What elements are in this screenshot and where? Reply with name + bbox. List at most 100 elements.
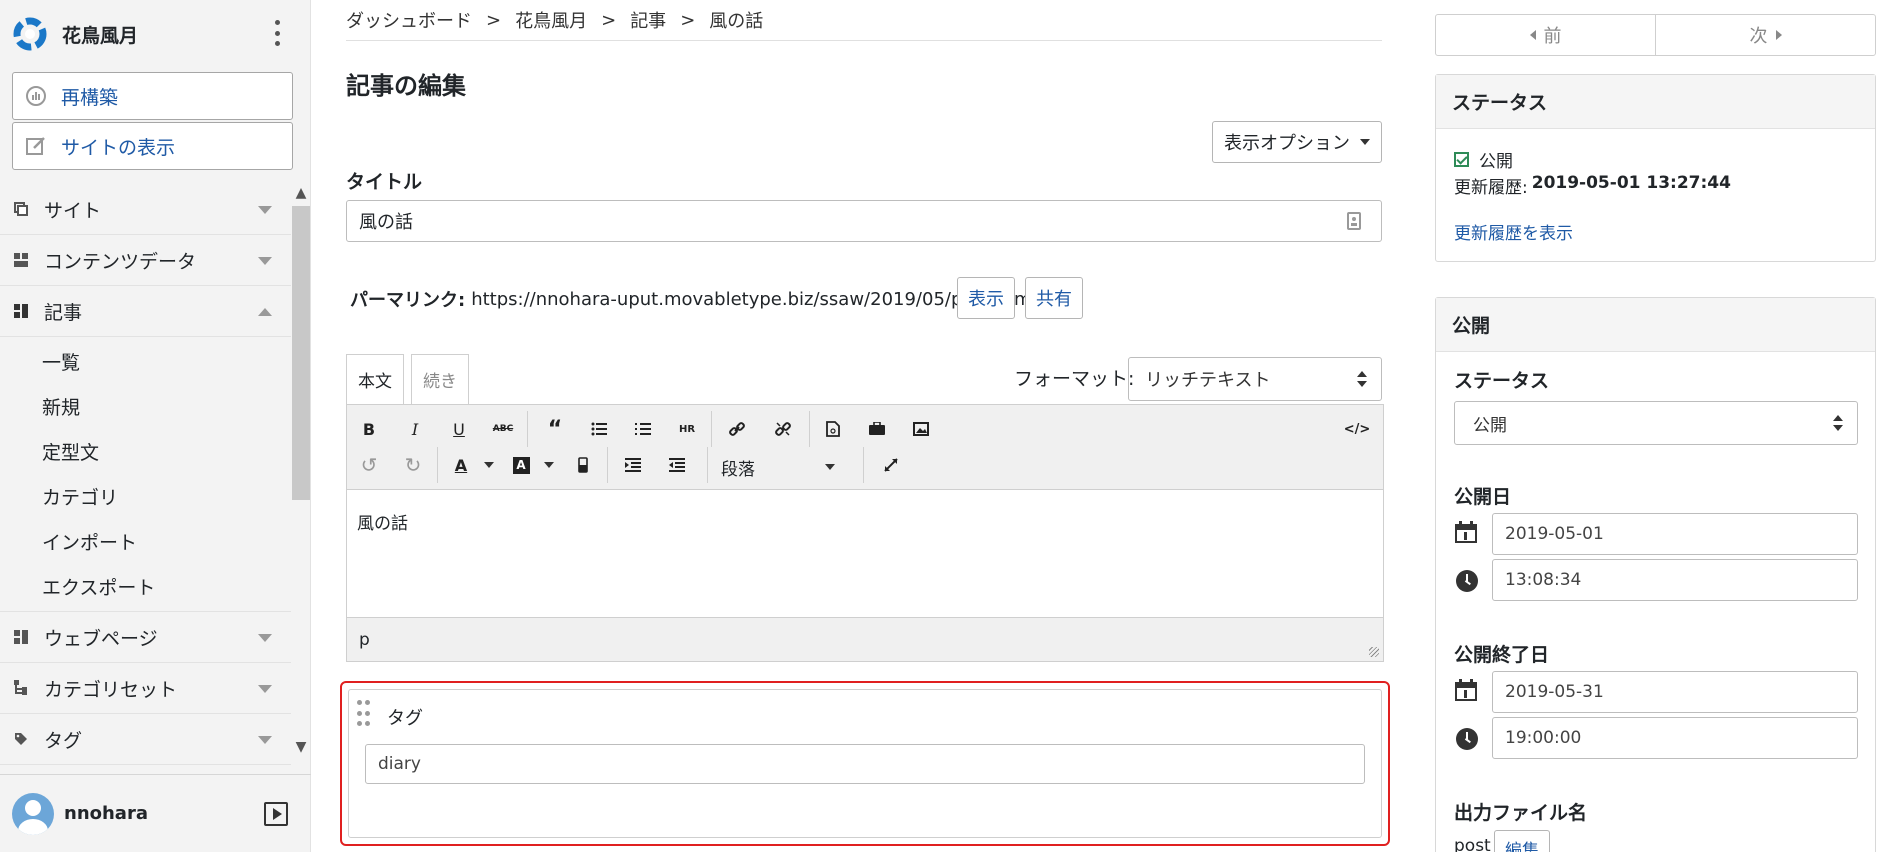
publish-date-input[interactable]: 2019-05-01	[1492, 513, 1858, 555]
sidebar-item-label: ウェブページ	[44, 627, 158, 650]
sidebar-item-site[interactable]: サイト	[0, 184, 291, 235]
sidebar-item-webpages[interactable]: ウェブページ	[0, 612, 291, 663]
sidebar-scrollbar[interactable]: ▲ ▼	[291, 184, 311, 774]
view-site-button[interactable]: サイトの表示	[12, 122, 293, 170]
unlink-icon[interactable]	[769, 415, 797, 443]
scroll-down-icon[interactable]: ▼	[294, 740, 308, 754]
tag-icon	[14, 732, 28, 746]
background-color-dropdown-icon[interactable]	[535, 451, 563, 479]
strikethrough-icon[interactable]: ABC	[489, 415, 517, 443]
next-button[interactable]: 次	[1655, 15, 1875, 55]
display-options-button[interactable]: 表示オプション	[1212, 121, 1382, 163]
insert-asset-icon[interactable]	[863, 415, 891, 443]
sidebar-item-entries[interactable]: 記事	[0, 286, 291, 337]
calendar-icon[interactable]	[1454, 678, 1478, 702]
sidebar-subitem-import[interactable]: インポート	[0, 519, 291, 564]
numbered-list-icon[interactable]	[629, 415, 657, 443]
tags-highlight: タグ diary	[340, 681, 1390, 846]
blockquote-icon[interactable]: “	[541, 415, 569, 443]
sidebar-item-tags[interactable]: タグ	[0, 714, 291, 765]
publish-status-select[interactable]: 公開	[1454, 401, 1858, 445]
movable-type-logo-icon	[12, 16, 48, 52]
insert-file-icon[interactable]	[819, 415, 847, 443]
caret-down-icon	[825, 464, 835, 470]
redo-icon[interactable]: ↻	[399, 451, 427, 479]
fullscreen-icon[interactable]	[877, 451, 905, 479]
collapse-sidebar-icon[interactable]	[264, 802, 288, 826]
insert-image-icon[interactable]	[907, 415, 935, 443]
category-sets-icon	[14, 680, 28, 696]
underline-icon[interactable]: U	[445, 415, 473, 443]
status-row: 公開	[1454, 147, 1513, 172]
breadcrumb-dashboard[interactable]: ダッシュボード	[346, 7, 472, 33]
scroll-up-icon[interactable]: ▲	[294, 186, 308, 200]
sidebar-subitem-new[interactable]: 新規	[0, 384, 291, 429]
publish-panel: 公開 ステータス 公開 公開日 2019-05-01 13:08:34 公開終了…	[1435, 297, 1876, 852]
drag-handle-icon[interactable]	[357, 700, 371, 730]
sidebar-item-label: カテゴリセット	[44, 678, 178, 701]
unpublish-time-input[interactable]: 19:00:00	[1492, 717, 1858, 759]
prev-button[interactable]: 前	[1436, 15, 1655, 55]
element-path[interactable]: p	[359, 630, 370, 650]
more-options-icon[interactable]	[270, 20, 284, 46]
right-column: 前 次 ステータス 公開 更新履歴: 2019-05-01 13:27:44 更…	[1435, 0, 1876, 852]
permalink-view-button[interactable]: 表示	[957, 277, 1015, 319]
sidebar-subitem-category[interactable]: カテゴリ	[0, 474, 291, 519]
title-input[interactable]: 風の話	[346, 200, 1382, 242]
chevron-down-icon	[258, 634, 272, 642]
breadcrumb-entries[interactable]: 記事	[630, 7, 666, 33]
text-color-icon[interactable]: A	[447, 451, 475, 479]
tab-more[interactable]: 続き	[411, 354, 469, 404]
format-value: リッチテキスト	[1145, 370, 1271, 391]
background-color-icon[interactable]: A	[507, 451, 535, 479]
clock-icon[interactable]	[1456, 570, 1478, 592]
entries-submenu: 一覧 新規 定型文 カテゴリ インポート エクスポート	[0, 337, 291, 612]
sidebar-subitem-list[interactable]: 一覧	[0, 339, 291, 384]
unpublish-date-label: 公開終了日	[1454, 644, 1550, 666]
format-select[interactable]: リッチテキスト	[1128, 357, 1382, 401]
sidebar-item-content-data[interactable]: コンテンツデータ	[0, 235, 291, 286]
source-code-icon[interactable]: </>	[1343, 415, 1371, 443]
unpublish-date-input[interactable]: 2019-05-31	[1492, 671, 1858, 713]
permalink-share-button[interactable]: 共有	[1025, 277, 1083, 319]
sidebar-item-label: タグ	[44, 729, 83, 752]
sidebar-item-label: 記事	[44, 301, 83, 324]
clock-icon[interactable]	[1456, 728, 1478, 750]
output-filename-value: post	[1454, 836, 1491, 852]
block-format-select[interactable]: 段落	[721, 452, 841, 482]
select-arrows-icon	[1833, 415, 1843, 431]
sidebar-item-category-sets[interactable]: カテゴリセット	[0, 663, 291, 714]
horizontal-rule-icon[interactable]: HR	[673, 415, 701, 443]
link-icon[interactable]	[723, 415, 751, 443]
publish-time-input[interactable]: 13:08:34	[1492, 559, 1858, 601]
tab-body[interactable]: 本文	[346, 354, 404, 404]
scrollbar-thumb[interactable]	[292, 206, 310, 500]
indent-icon[interactable]	[619, 451, 647, 479]
breadcrumb-site[interactable]: 花鳥風月	[515, 7, 587, 33]
history-link[interactable]: 更新履歴を表示	[1454, 219, 1573, 244]
rebuild-button[interactable]: 再構築	[12, 72, 293, 120]
edit-square-icon	[25, 135, 47, 157]
edit-filename-button[interactable]: 編集	[1494, 830, 1550, 852]
resize-handle-icon[interactable]	[1369, 647, 1379, 657]
site-icon	[14, 202, 28, 216]
bullet-list-icon[interactable]	[585, 415, 613, 443]
undo-icon[interactable]: ↺	[355, 451, 383, 479]
avatar[interactable]	[12, 792, 54, 835]
bold-icon[interactable]: B	[355, 415, 383, 443]
italic-icon[interactable]: I	[401, 415, 429, 443]
display-options-label: 表示オプション	[1224, 133, 1350, 154]
toolbar-separator	[527, 411, 528, 447]
remove-format-icon[interactable]	[569, 451, 597, 479]
status-panel-header: ステータス	[1436, 75, 1875, 129]
tags-input[interactable]: diary	[365, 744, 1365, 784]
calendar-icon[interactable]	[1454, 520, 1478, 544]
outdent-icon[interactable]	[663, 451, 691, 479]
publish-date-label: 公開日	[1454, 486, 1512, 508]
text-color-dropdown-icon[interactable]	[475, 451, 503, 479]
editor-content[interactable]: 風の話	[357, 509, 408, 534]
chevron-down-icon	[258, 736, 272, 744]
brand[interactable]: 花鳥風月	[12, 14, 138, 54]
sidebar-subitem-boilerplate[interactable]: 定型文	[0, 429, 291, 474]
sidebar-subitem-export[interactable]: エクスポート	[0, 564, 291, 609]
